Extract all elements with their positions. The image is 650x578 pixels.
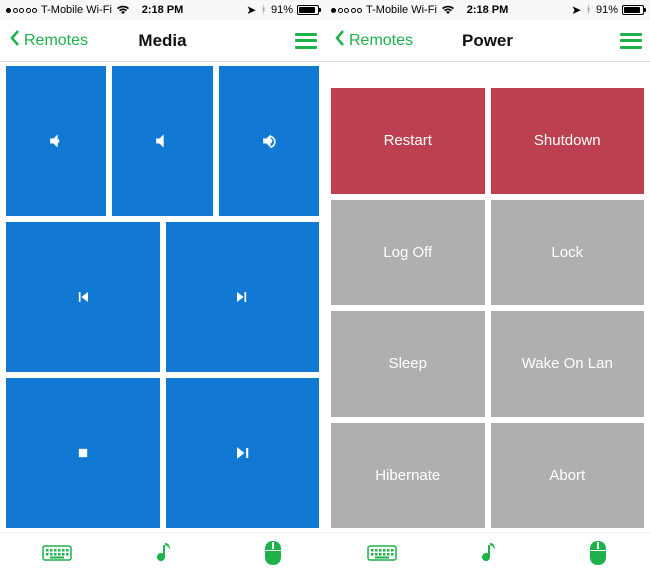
- mouse-button[interactable]: [588, 540, 608, 571]
- hamburger-icon: [620, 33, 642, 49]
- mouse-icon: [588, 553, 608, 570]
- back-button[interactable]: Remotes: [8, 28, 88, 53]
- tile-label: Hibernate: [375, 467, 440, 484]
- music-button[interactable]: [156, 540, 178, 571]
- chevron-left-icon: [333, 28, 347, 53]
- play-pause-button[interactable]: [166, 378, 320, 528]
- tile-row: [6, 378, 319, 528]
- clock-label: 2:18 PM: [0, 4, 325, 16]
- music-icon: [156, 553, 178, 570]
- next-track-icon: [232, 287, 252, 307]
- phone-screen-1: T-Mobile Wi-Fi 2:18 PM ➤ ᚼ 91% Remotes P…: [325, 0, 650, 578]
- power-button-sleep[interactable]: Sleep: [331, 311, 485, 417]
- phone-screen-0: T-Mobile Wi-Fi 2:18 PM ➤ ᚼ 91% Remotes M…: [0, 0, 325, 578]
- tile-label: Lock: [551, 244, 583, 261]
- back-button[interactable]: Remotes: [333, 28, 413, 53]
- keyboard-icon: [367, 550, 397, 567]
- spacer: [331, 66, 644, 82]
- tile-label: Log Off: [383, 244, 432, 261]
- volume-down-icon: [46, 131, 66, 151]
- power-button-hibernate[interactable]: Hibernate: [331, 423, 485, 529]
- power-button-shutdown[interactable]: Shutdown: [491, 88, 645, 194]
- back-label: Remotes: [24, 32, 88, 50]
- tile-grid: Restart Shutdown Log Off Lock Sleep Wake On L…: [325, 62, 650, 532]
- menu-button[interactable]: [620, 33, 642, 49]
- mouse-button[interactable]: [263, 540, 283, 571]
- volume-up-button[interactable]: [219, 66, 319, 216]
- prev-track-icon: [73, 287, 93, 307]
- power-button-log-off[interactable]: Log Off: [331, 200, 485, 306]
- tile-grid: [0, 62, 325, 532]
- stop-icon: [73, 443, 93, 463]
- volume-mute-icon: [152, 131, 172, 151]
- keyboard-button[interactable]: [42, 543, 72, 568]
- tile-label: Restart: [384, 132, 432, 149]
- battery-icon: [297, 5, 319, 15]
- next-track-button[interactable]: [166, 222, 320, 372]
- volume-up-icon: [259, 131, 279, 151]
- bottom-toolbar: [325, 532, 650, 578]
- power-button-abort[interactable]: Abort: [491, 423, 645, 529]
- tile-row: [6, 66, 319, 216]
- tile-label: Wake On Lan: [522, 355, 613, 372]
- menu-button[interactable]: [295, 33, 317, 49]
- tile-row: Hibernate Abort: [331, 423, 644, 529]
- back-label: Remotes: [349, 32, 413, 50]
- tile-label: Abort: [549, 467, 585, 484]
- power-button-lock[interactable]: Lock: [491, 200, 645, 306]
- tile-row: Restart Shutdown: [331, 88, 644, 194]
- volume-down-button[interactable]: [6, 66, 106, 216]
- status-bar: T-Mobile Wi-Fi 2:18 PM ➤ ᚼ 91%: [325, 0, 650, 20]
- mouse-icon: [263, 553, 283, 570]
- tile-label: Sleep: [389, 355, 427, 372]
- tile-row: Sleep Wake On Lan: [331, 311, 644, 417]
- volume-mute-button[interactable]: [112, 66, 212, 216]
- hamburger-icon: [295, 33, 317, 49]
- keyboard-button[interactable]: [367, 543, 397, 568]
- tile-row: Log Off Lock: [331, 200, 644, 306]
- play-pause-icon: [232, 443, 252, 463]
- keyboard-icon: [42, 550, 72, 567]
- nav-bar: Remotes Power: [325, 20, 650, 62]
- chevron-left-icon: [8, 28, 22, 53]
- music-icon: [481, 553, 503, 570]
- battery-icon: [622, 5, 644, 15]
- status-bar: T-Mobile Wi-Fi 2:18 PM ➤ ᚼ 91%: [0, 0, 325, 20]
- stop-button[interactable]: [6, 378, 160, 528]
- music-button[interactable]: [481, 540, 503, 571]
- clock-label: 2:18 PM: [325, 4, 650, 16]
- tile-label: Shutdown: [534, 132, 601, 149]
- power-button-restart[interactable]: Restart: [331, 88, 485, 194]
- bottom-toolbar: [0, 532, 325, 578]
- prev-track-button[interactable]: [6, 222, 160, 372]
- power-button-wake-on-lan[interactable]: Wake On Lan: [491, 311, 645, 417]
- nav-bar: Remotes Media: [0, 20, 325, 62]
- tile-row: [6, 222, 319, 372]
